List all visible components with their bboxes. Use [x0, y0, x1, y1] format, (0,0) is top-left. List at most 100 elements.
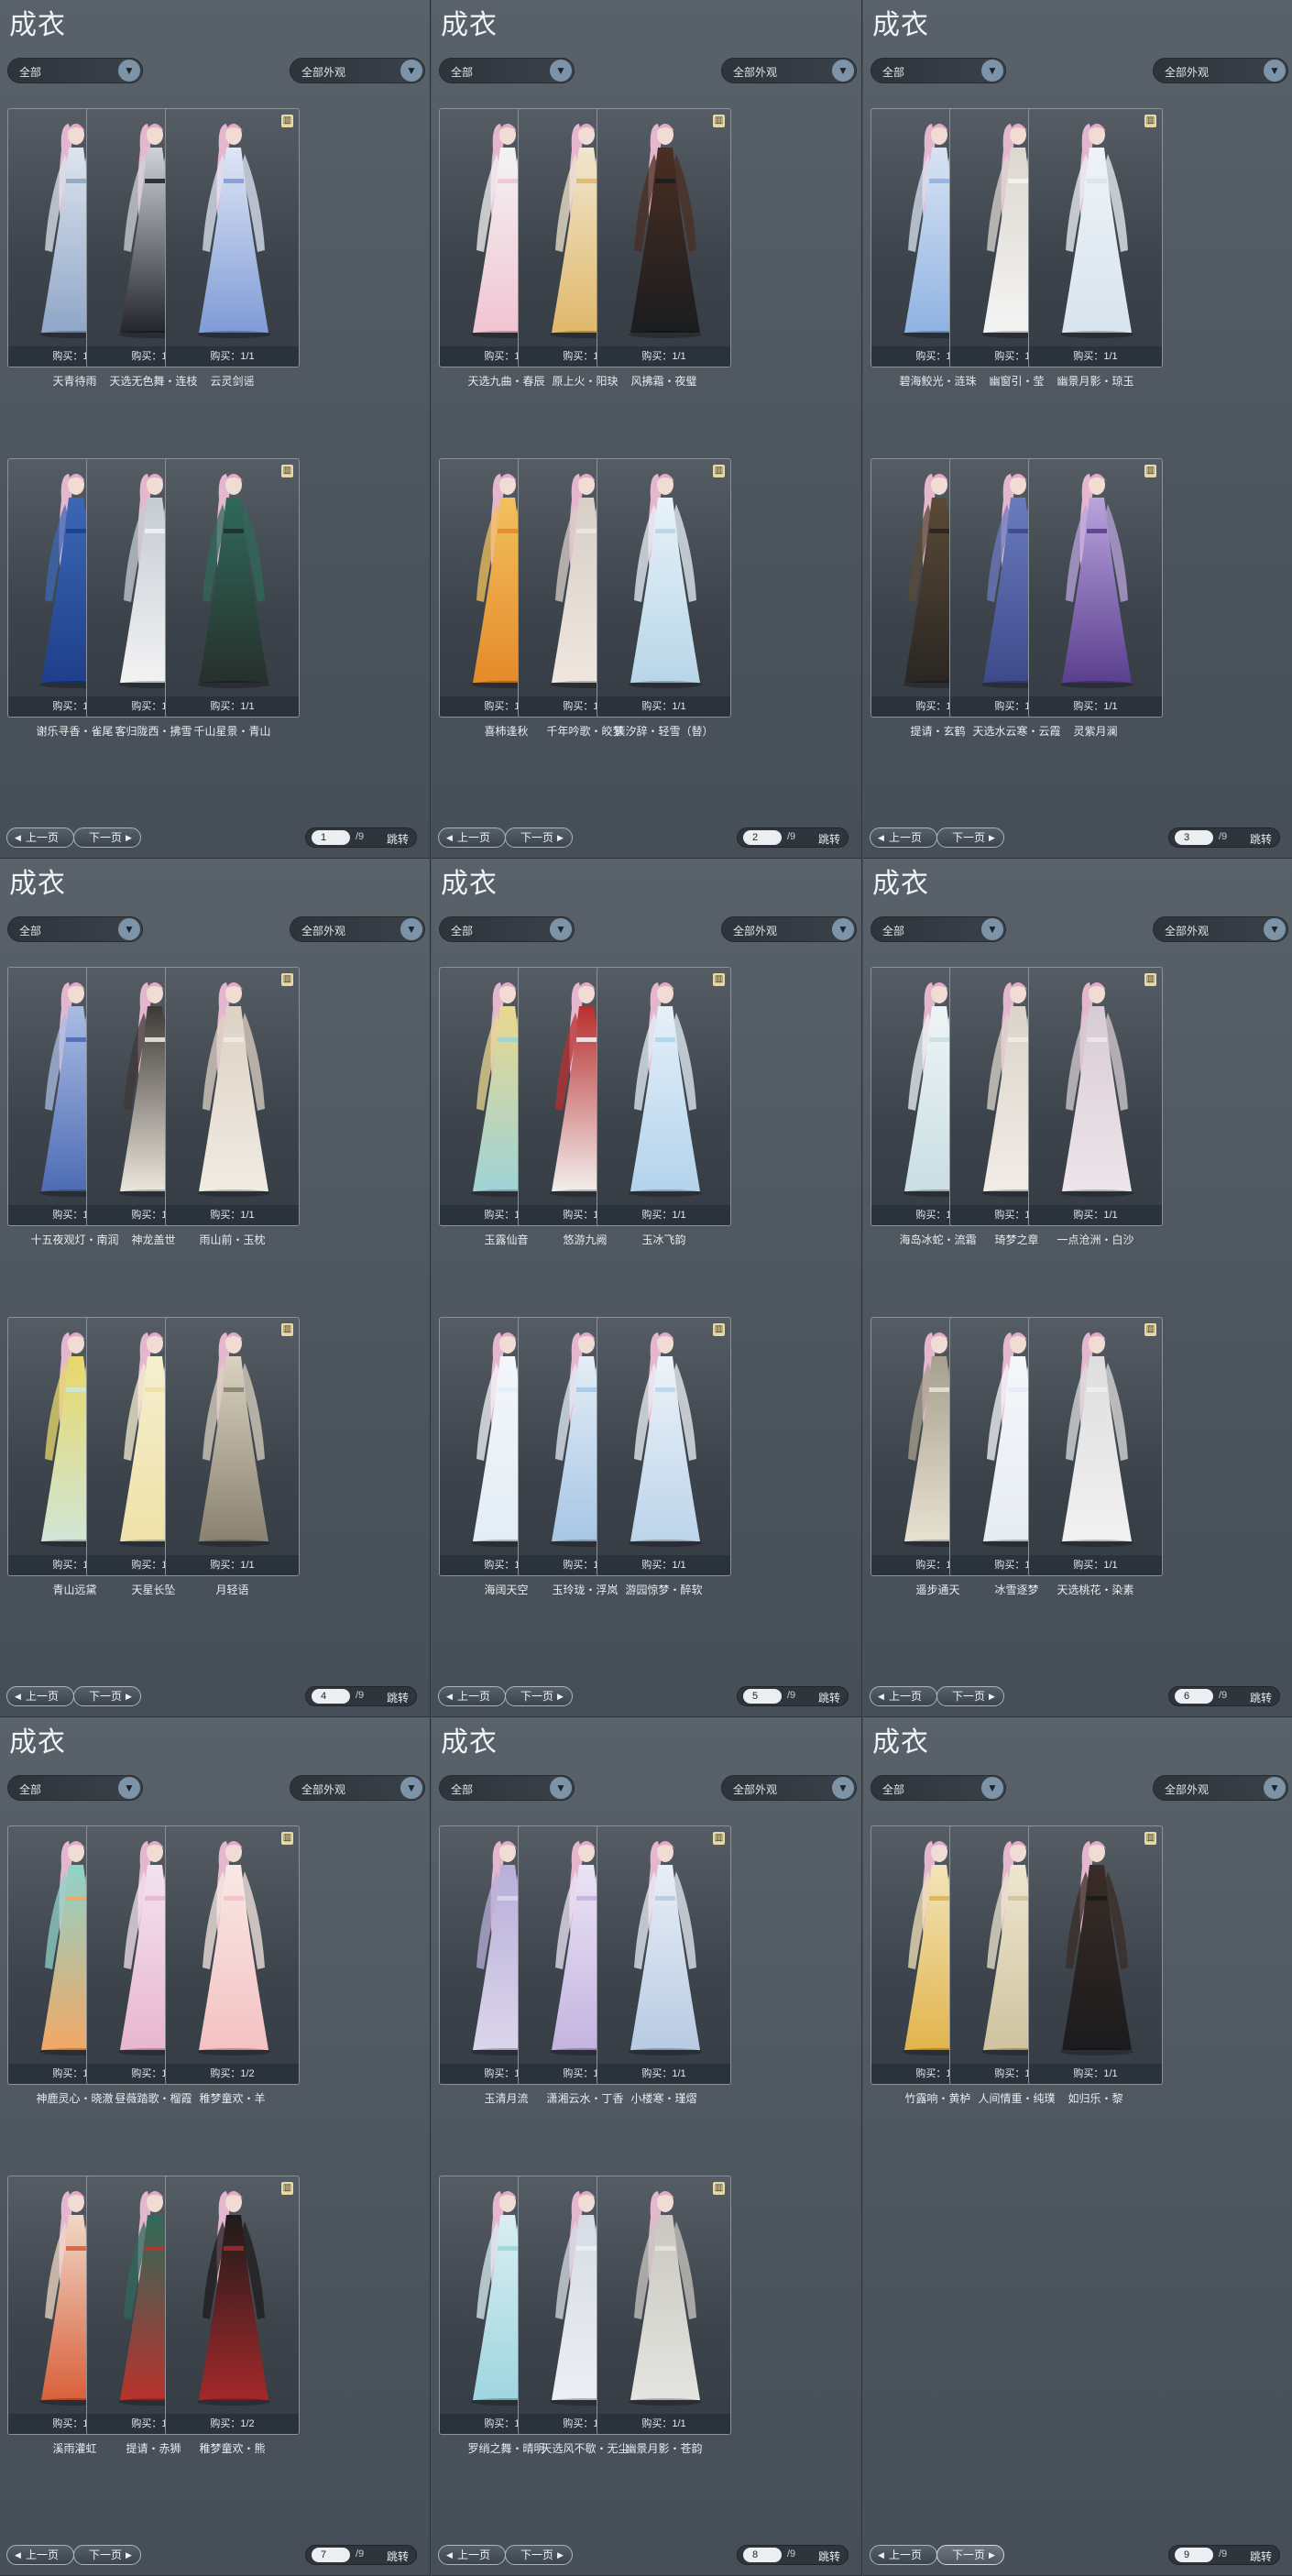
- page-number-input[interactable]: 6: [1175, 1689, 1213, 1704]
- category-dropdown[interactable]: 全部 ▼: [439, 58, 575, 83]
- prev-page-button[interactable]: ◀ 上一页: [870, 1686, 937, 1706]
- page-total: /9: [356, 1690, 365, 1701]
- category-dropdown[interactable]: 全部 ▼: [439, 916, 575, 942]
- trash-icon[interactable]: ▥: [713, 973, 725, 986]
- next-page-button[interactable]: 下一页 ▶: [505, 2545, 573, 2565]
- page-number-input[interactable]: 5: [743, 1689, 782, 1704]
- trash-icon[interactable]: ▥: [281, 1323, 293, 1336]
- prev-page-button[interactable]: ◀ 上一页: [6, 2545, 74, 2565]
- jump-button[interactable]: 跳转: [818, 831, 840, 847]
- category-dropdown[interactable]: 全部 ▼: [870, 1775, 1006, 1801]
- outfit-card[interactable]: ▥ 购买：1/1: [165, 1317, 300, 1576]
- trash-icon[interactable]: ▥: [713, 1323, 725, 1336]
- page-number-input[interactable]: 2: [743, 830, 782, 845]
- chevron-left-icon: ◀: [15, 1692, 21, 1701]
- next-label: 下一页: [520, 1690, 554, 1703]
- jump-button[interactable]: 跳转: [1250, 831, 1272, 847]
- outfit-card[interactable]: ▥ 购买：1/2: [165, 1825, 300, 2085]
- jump-button[interactable]: 跳转: [1250, 2549, 1272, 2564]
- category-dropdown[interactable]: 全部 ▼: [7, 58, 143, 83]
- appearance-dropdown[interactable]: 全部外观 ▼: [1153, 1775, 1288, 1801]
- category-dropdown[interactable]: 全部 ▼: [7, 916, 143, 942]
- jump-button[interactable]: 跳转: [387, 1690, 409, 1705]
- trash-icon[interactable]: ▥: [281, 465, 293, 477]
- jump-button[interactable]: 跳转: [818, 1690, 840, 1705]
- next-page-button[interactable]: 下一页 ▶: [73, 1686, 141, 1706]
- page-title: 成衣: [441, 868, 498, 900]
- chevron-down-icon: ▼: [118, 918, 140, 940]
- jump-button[interactable]: 跳转: [387, 831, 409, 847]
- page-number-input[interactable]: 9: [1175, 2548, 1213, 2562]
- page-number-input[interactable]: 3: [1175, 830, 1213, 845]
- outfit-card[interactable]: ▥ 购买：1/1: [597, 1317, 731, 1576]
- jump-button[interactable]: 跳转: [387, 2549, 409, 2564]
- page-jump: 6/9 跳转: [1168, 1686, 1280, 1706]
- trash-icon[interactable]: ▥: [713, 115, 725, 127]
- outfit-card[interactable]: ▥ 购买：1/2: [165, 2176, 300, 2435]
- trash-icon[interactable]: ▥: [281, 973, 293, 986]
- outfit-figure: [197, 982, 270, 1197]
- prev-page-button[interactable]: ◀ 上一页: [870, 2545, 937, 2565]
- appearance-dropdown[interactable]: 全部外观 ▼: [290, 1775, 425, 1801]
- prev-page-button[interactable]: ◀ 上一页: [6, 1686, 74, 1706]
- page-number-input[interactable]: 8: [743, 2548, 782, 2562]
- outfit-card[interactable]: ▥ 购买：1/1: [597, 1825, 731, 2085]
- outfit-card[interactable]: ▥ 购买：1/1: [1028, 1825, 1163, 2085]
- outfit-card[interactable]: ▥ 购买：1/1: [597, 458, 731, 718]
- trash-icon[interactable]: ▥: [1144, 973, 1156, 986]
- outfit-card[interactable]: ▥ 购买：1/1: [1028, 108, 1163, 367]
- outfit-card[interactable]: ▥ 购买：1/1: [165, 967, 300, 1226]
- outfit-card[interactable]: ▥ 购买：1/1: [165, 458, 300, 718]
- outfit-card[interactable]: ▥ 购买：1/1: [1028, 967, 1163, 1226]
- chevron-down-icon: ▼: [832, 60, 854, 82]
- category-dropdown[interactable]: 全部 ▼: [870, 916, 1006, 942]
- chevron-down-icon: ▼: [400, 918, 422, 940]
- outfit-card[interactable]: ▥ 购买：1/1: [597, 967, 731, 1226]
- prev-page-button[interactable]: ◀ 上一页: [438, 828, 506, 848]
- trash-icon[interactable]: ▥: [1144, 1323, 1156, 1336]
- outfit-card[interactable]: ▥ 购买：1/1: [597, 2176, 731, 2435]
- next-page-button[interactable]: 下一页 ▶: [936, 828, 1004, 848]
- trash-icon[interactable]: ▥: [281, 2182, 293, 2195]
- trash-icon[interactable]: ▥: [713, 465, 725, 477]
- outfit-name: 玉冰飞韵: [641, 1233, 686, 1246]
- next-page-button[interactable]: 下一页 ▶: [936, 1686, 1004, 1706]
- next-page-button[interactable]: 下一页 ▶: [73, 828, 141, 848]
- trash-icon[interactable]: ▥: [281, 1832, 293, 1845]
- jump-button[interactable]: 跳转: [818, 2549, 840, 2564]
- page-number-input[interactable]: 4: [312, 1689, 350, 1704]
- category-dropdown[interactable]: 全部 ▼: [870, 58, 1006, 83]
- outfit-card[interactable]: ▥ 购买：1/1: [1028, 458, 1163, 718]
- page-number-input[interactable]: 1: [312, 830, 350, 845]
- appearance-dropdown[interactable]: 全部外观 ▼: [721, 1775, 857, 1801]
- outfit-card[interactable]: ▥ 购买：1/1: [1028, 1317, 1163, 1576]
- outfit-card[interactable]: ▥ 购买：1/1: [597, 108, 731, 367]
- next-page-button[interactable]: 下一页 ▶: [936, 2545, 1004, 2565]
- next-page-button[interactable]: 下一页 ▶: [73, 2545, 141, 2565]
- trash-icon[interactable]: ▥: [713, 2182, 725, 2195]
- appearance-dropdown[interactable]: 全部外观 ▼: [721, 916, 857, 942]
- outfit-card[interactable]: ▥ 购买：1/1: [165, 108, 300, 367]
- appearance-dropdown[interactable]: 全部外观 ▼: [290, 58, 425, 83]
- trash-icon[interactable]: ▥: [1144, 465, 1156, 477]
- appearance-dropdown[interactable]: 全部外观 ▼: [290, 916, 425, 942]
- appearance-dropdown[interactable]: 全部外观 ▼: [1153, 916, 1288, 942]
- trash-icon[interactable]: ▥: [281, 115, 293, 127]
- trash-icon[interactable]: ▥: [1144, 115, 1156, 127]
- purchase-count: 购买：1/1: [597, 346, 730, 367]
- purchase-count: 购买：1/1: [1029, 1205, 1162, 1225]
- appearance-dropdown[interactable]: 全部外观 ▼: [1153, 58, 1288, 83]
- trash-icon[interactable]: ▥: [1144, 1832, 1156, 1845]
- prev-page-button[interactable]: ◀ 上一页: [6, 828, 74, 848]
- category-dropdown[interactable]: 全部 ▼: [439, 1775, 575, 1801]
- next-page-button[interactable]: 下一页 ▶: [505, 828, 573, 848]
- page-number-input[interactable]: 7: [312, 2548, 350, 2562]
- category-dropdown[interactable]: 全部 ▼: [7, 1775, 143, 1801]
- prev-page-button[interactable]: ◀ 上一页: [870, 828, 937, 848]
- next-page-button[interactable]: 下一页 ▶: [505, 1686, 573, 1706]
- jump-button[interactable]: 跳转: [1250, 1690, 1272, 1705]
- appearance-dropdown[interactable]: 全部外观 ▼: [721, 58, 857, 83]
- prev-page-button[interactable]: ◀ 上一页: [438, 2545, 506, 2565]
- trash-icon[interactable]: ▥: [713, 1832, 725, 1845]
- prev-page-button[interactable]: ◀ 上一页: [438, 1686, 506, 1706]
